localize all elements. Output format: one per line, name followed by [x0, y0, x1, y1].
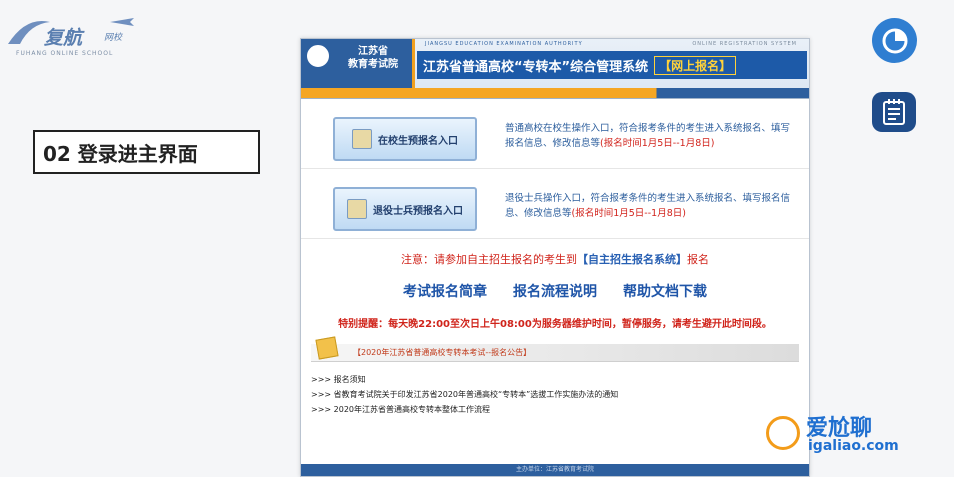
help-docs-link[interactable]: 帮助文档下载 — [623, 281, 707, 301]
notice: 注意：请参加自主招生报名的考生到【自主招生报名系统】报名 — [301, 251, 809, 267]
step-label: 02 登录进主界面 — [33, 130, 260, 174]
pencil-icon — [315, 336, 339, 360]
pie-chart-icon[interactable] — [872, 18, 917, 63]
veteran-entry-label: 退役士兵预报名入口 — [373, 205, 463, 217]
process-link[interactable]: 报名流程说明 — [513, 281, 597, 301]
page-header: 江苏省 教育考试院 JIANGSU EDUCATION EXAMINATION … — [301, 39, 809, 99]
screen: { "logo": {"brand": "复航", "badge": "网校",… — [0, 0, 954, 477]
student-entry-description: 普通高校在校生操作入口，符合报考条件的考生进入系统报名、填写报名信息、修改信息等… — [505, 121, 795, 151]
watermark-logo-icon — [766, 416, 800, 450]
org-name-line2: 教育考试院 — [348, 59, 398, 70]
entry-row-veteran: 退役士兵预报名入口 退役士兵操作入口，符合报考条件的考生进入系统报名、填写报名信… — [301, 169, 809, 239]
notice-suffix: 报名 — [687, 253, 709, 266]
veteran-entry-button[interactable]: 退役士兵预报名入口 — [333, 187, 477, 231]
student-icon — [352, 129, 372, 149]
student-entry-button[interactable]: 在校生预报名入口 — [333, 117, 477, 161]
seal-icon — [305, 43, 331, 69]
student-desc-time: (报名时间1月5日--1月8日) — [600, 138, 715, 149]
self-enrollment-link[interactable]: 【自主招生报名系统】 — [577, 253, 687, 266]
plane-icon — [110, 18, 134, 26]
news-item[interactable]: >>> 省教育考试院关于印发江苏省2020年普通高校“专转本”选拔工作实施办法的… — [311, 387, 809, 402]
quick-links: 考试报名简章 报名流程说明 帮助文档下载 — [301, 281, 809, 301]
veteran-desc-time: (报名时间1月5日--1月8日) — [571, 208, 686, 219]
news-item[interactable]: >>> 2020年江苏省普通高校专转本整体工作流程 — [311, 402, 809, 417]
page-footer: 主办单位：江苏省教育考试院 — [301, 464, 809, 476]
logo-badge: 网校 — [104, 33, 123, 43]
logo-brand: 复航 — [44, 27, 83, 49]
org-english-name: JIANGSU EDUCATION EXAMINATION AUTHORITY — [425, 41, 583, 47]
student-entry-label: 在校生预报名入口 — [378, 135, 458, 147]
entry-row-student: 在校生预报名入口 普通高校在校生操作入口，符合报考条件的考生进入系统报名、填写报… — [301, 99, 809, 169]
system-title: 江苏省普通高校“专转本”综合管理系统 【网上报名】 — [417, 51, 807, 79]
org-box: 江苏省 教育考试院 — [301, 39, 415, 89]
system-title-text: 江苏省普通高校“专转本”综合管理系统 — [423, 59, 649, 75]
veteran-entry-description: 退役士兵操作入口，符合报考条件的考生进入系统报名、填写报名信息、修改信息等(报名… — [505, 191, 795, 221]
header-stripe — [301, 88, 809, 98]
brand-logo: 复航 网校 FUHANG ONLINE SCHOOL — [6, 10, 136, 62]
online-registration-tag: 【网上报名】 — [654, 55, 737, 75]
system-english-name: ONLINE REGISTRATION SYSTEM — [692, 41, 797, 47]
news-item[interactable]: >>> 报名须知 — [311, 372, 809, 387]
watermark-line2: igaliao.com — [808, 438, 899, 454]
news-list: >>> 报名须知 >>> 省教育考试院关于印发江苏省2020年普通高校“专转本”… — [311, 372, 809, 417]
registration-page: 江苏省 教育考试院 JIANGSU EDUCATION EXAMINATION … — [300, 38, 810, 477]
announcement-bar: 【2020年江苏省普通高校专转本考试--报名公告】 — [311, 336, 799, 362]
soldier-icon — [347, 199, 367, 219]
maintenance-warning: 特别提醒：每天晚22:00至次日上午08:00为服务器维护时间，暂停服务，请考生… — [338, 319, 772, 330]
watermark: 爱尬聊 igaliao.com — [760, 410, 950, 470]
logo-subtitle: FUHANG ONLINE SCHOOL — [16, 50, 114, 57]
notepad-icon[interactable] — [872, 92, 916, 132]
brochure-link[interactable]: 考试报名简章 — [403, 281, 487, 301]
notice-prefix: 注意：请参加自主招生报名的考生到 — [401, 253, 577, 266]
org-name-line1: 江苏省 — [358, 46, 388, 57]
announcement-title[interactable]: 【2020年江苏省普通高校专转本考试--报名公告】 — [353, 347, 531, 358]
